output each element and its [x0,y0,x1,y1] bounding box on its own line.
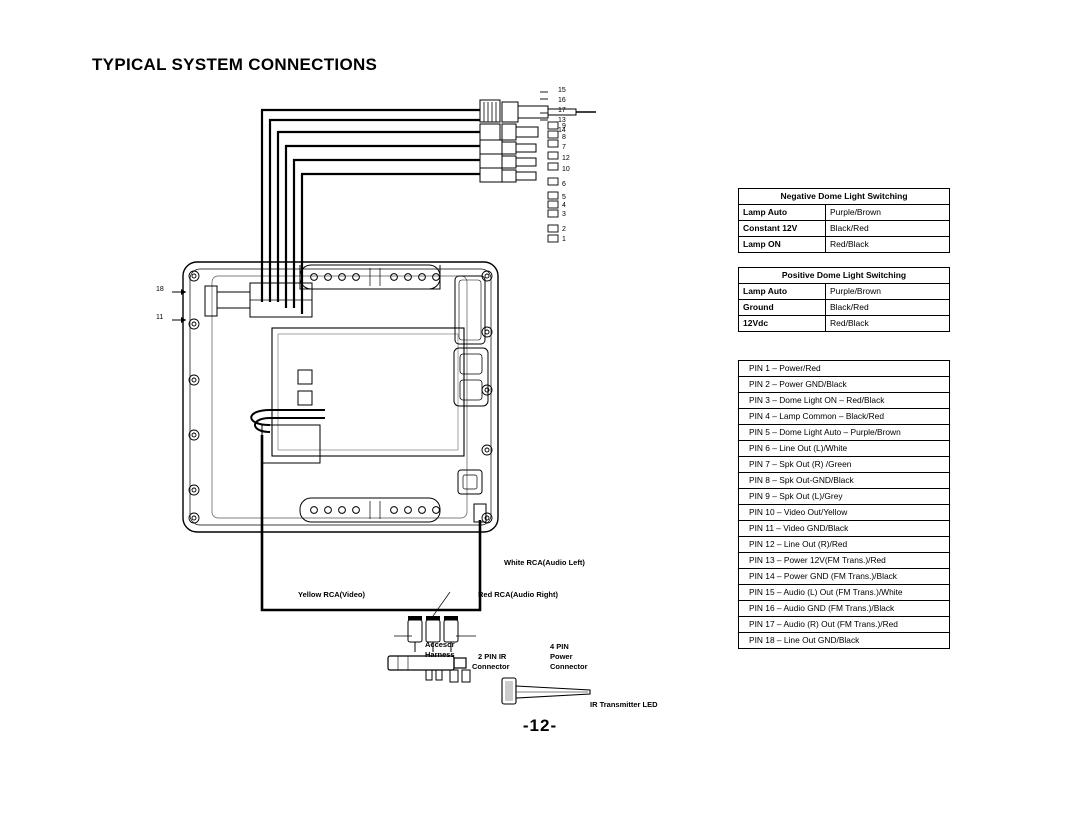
label-4pin-power-line3: Connector [550,662,588,671]
label-ir-transmitter-led: IR Transmitter LED [590,700,658,709]
label-4pin-power-line2: Power [550,652,573,661]
pin-row-15: PIN 16 – Audio GND (FM Trans.)/Black [738,600,950,617]
negative-row-1-value: Black/Red [825,220,950,237]
pin-number-9: 9 [562,123,566,130]
positive-row-1-label: Ground [738,299,826,316]
table-row: Constant 12V Black/Red [738,220,950,237]
pin-row-16: PIN 17 – Audio (R) Out (FM Trans.)/Red [738,616,950,633]
label-yellow-rca: Yellow RCA(Video) [298,590,365,599]
table-header-row: Positive Dome Light Switching [738,267,950,284]
pin-row-17: PIN 18 – Line Out GND/Black [738,632,950,649]
table-row: Lamp Auto Purple/Brown [738,283,950,300]
pin-number-5: 5 [562,194,566,201]
pin-number-10: 10 [562,166,570,173]
pin-number-3: 3 [562,211,566,218]
table-row: PIN 13 – Power 12V(FM Trans.)/Red [738,552,950,569]
negative-row-2-label: Lamp ON [738,236,826,253]
pin-row-2: PIN 3 – Dome Light ON – Red/Black [738,392,950,409]
pin-row-6: PIN 7 – Spk Out (R) /Green [738,456,950,473]
pin-row-3: PIN 4 – Lamp Common – Black/Red [738,408,950,425]
positive-row-0-value: Purple/Brown [825,283,950,300]
table-row: PIN 3 – Dome Light ON – Red/Black [738,392,950,409]
table-row: PIN 14 – Power GND (FM Trans.)/Black [738,568,950,585]
table-row: PIN 16 – Audio GND (FM Trans.)/Black [738,600,950,617]
wiring-diagram: 15 16 17 13 14 9 8 7 12 10 6 5 4 3 2 1 1… [150,80,730,720]
table-row: PIN 17 – Audio (R) Out (FM Trans.)/Red [738,616,950,633]
negative-dome-light-table: Negative Dome Light Switching Lamp Auto … [738,188,950,253]
label-white-rca: White RCA(Audio Left) [504,558,585,567]
negative-row-0-value: Purple/Brown [825,204,950,221]
table-row: PIN 1 – Power/Red [738,360,950,377]
positive-row-0-label: Lamp Auto [738,283,826,300]
table-row: Ground Black/Red [738,299,950,316]
positive-table-header: Positive Dome Light Switching [738,267,950,284]
pin-row-12: PIN 13 – Power 12V(FM Trans.)/Red [738,552,950,569]
table-row: PIN 6 – Line Out (L)/White [738,440,950,457]
positive-row-2-label: 12Vdc [738,315,826,332]
page-title: TYPICAL SYSTEM CONNECTIONS [92,55,378,74]
page: TYPICAL SYSTEM CONNECTIONS -12- 15 16 17… [0,0,1080,834]
table-row: 12Vdc Red/Black [738,315,950,332]
table-row: PIN 5 – Dome Light Auto – Purple/Brown [738,424,950,441]
table-row: PIN 8 – Spk Out-GND/Black [738,472,950,489]
pin-number-11: 11 [156,314,164,321]
positive-row-1-value: Black/Red [825,299,950,316]
label-2pin-ir-line1: 2 PIN IR [478,652,507,661]
pin-number-16: 16 [558,97,566,104]
table-row: PIN 4 – Lamp Common – Black/Red [738,408,950,425]
pin-number-4: 4 [562,202,566,209]
table-row: PIN 18 – Line Out GND/Black [738,632,950,649]
pin-row-8: PIN 9 – Spk Out (L)/Grey [738,488,950,505]
table-row: PIN 10 – Video Out/Yellow [738,504,950,521]
label-2pin-ir-line2: Connector [472,662,510,671]
pin-number-8: 8 [562,134,566,141]
label-4pin-power-line1: 4 PIN [550,642,569,651]
pin-row-4: PIN 5 – Dome Light Auto – Purple/Brown [738,424,950,441]
table-row: Lamp Auto Purple/Brown [738,204,950,221]
pin-row-13: PIN 14 – Power GND (FM Trans.)/Black [738,568,950,585]
pin-row-14: PIN 15 – Audio (L) Out (FM Trans.)/White [738,584,950,601]
pin-number-1: 1 [562,236,566,243]
pin-number-18: 18 [156,286,164,293]
pin-number-15: 15 [558,87,566,94]
pin-row-1: PIN 2 – Power GND/Black [738,376,950,393]
table-row: PIN 15 – Audio (L) Out (FM Trans.)/White [738,584,950,601]
label-accessor-harness-line2: Harness [425,650,455,659]
pin-number-7: 7 [562,144,566,151]
negative-row-1-label: Constant 12V [738,220,826,237]
table-row: Lamp ON Red/Black [738,236,950,253]
pin-row-7: PIN 8 – Spk Out-GND/Black [738,472,950,489]
pin-row-11: PIN 12 – Line Out (R)/Red [738,536,950,553]
pin-number-12: 12 [562,155,570,162]
pin-row-10: PIN 11 – Video GND/Black [738,520,950,537]
pin-assignment-table: PIN 1 – Power/Red PIN 2 – Power GND/Blac… [738,360,950,649]
positive-dome-light-table: Positive Dome Light Switching Lamp Auto … [738,267,950,332]
positive-row-2-value: Red/Black [825,315,950,332]
pin-row-9: PIN 10 – Video Out/Yellow [738,504,950,521]
label-accessor-harness-line1: Accesor [425,640,455,649]
table-row: PIN 7 – Spk Out (R) /Green [738,456,950,473]
wiring-diagram-svg [172,91,596,705]
table-row: PIN 11 – Video GND/Black [738,520,950,537]
negative-row-0-label: Lamp Auto [738,204,826,221]
table-header-row: Negative Dome Light Switching [738,188,950,205]
table-row: PIN 2 – Power GND/Black [738,376,950,393]
table-gap [738,253,950,267]
table-row: PIN 9 – Spk Out (L)/Grey [738,488,950,505]
pin-row-5: PIN 6 – Line Out (L)/White [738,440,950,457]
pin-number-2: 2 [562,226,566,233]
dome-light-tables: Negative Dome Light Switching Lamp Auto … [738,188,950,332]
pin-number-17: 17 [558,107,566,114]
pin-row-0: PIN 1 – Power/Red [738,360,950,377]
pin-number-6: 6 [562,181,566,188]
negative-table-header: Negative Dome Light Switching [738,188,950,205]
pin-table: PIN 1 – Power/Red PIN 2 – Power GND/Blac… [738,360,950,649]
negative-row-2-value: Red/Black [825,236,950,253]
table-row: PIN 12 – Line Out (R)/Red [738,536,950,553]
label-red-rca: Red RCA(Audio Right) [478,590,558,599]
